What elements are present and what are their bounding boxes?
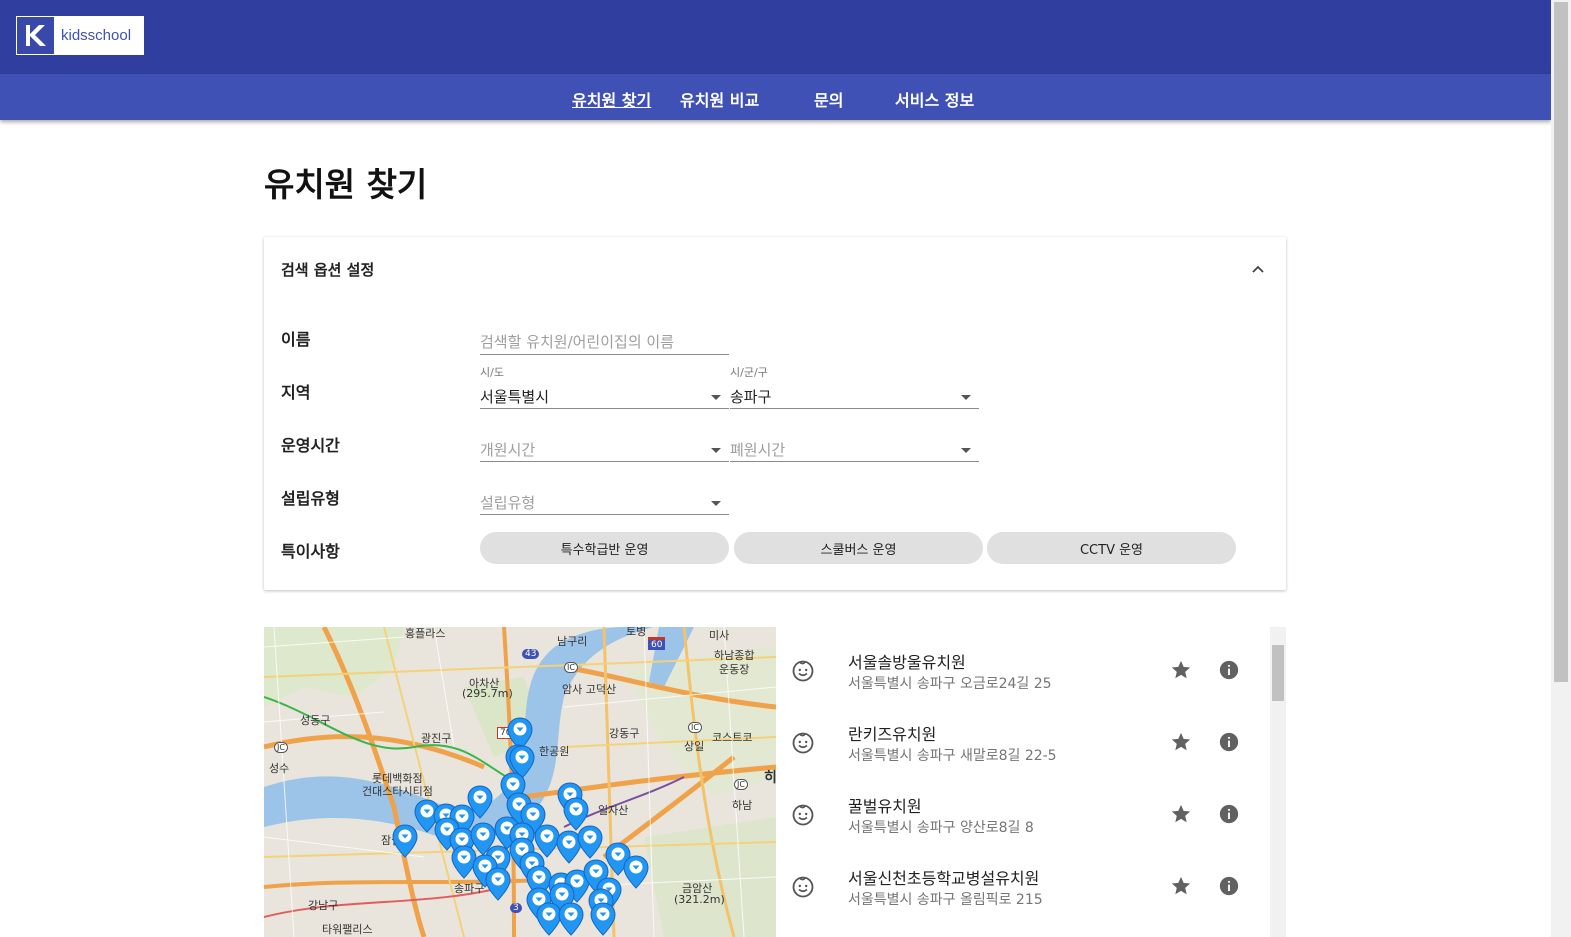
logo-text: kidsschool — [61, 27, 132, 44]
name-field — [480, 329, 729, 355]
name-search-input[interactable] — [480, 329, 729, 354]
logo[interactable]: kidsschool — [16, 16, 144, 55]
name-label: 이름 — [281, 330, 311, 349]
map-pin-icon[interactable] — [590, 902, 616, 936]
sigungu-select[interactable]: 송파구 — [730, 383, 979, 409]
map-pin-icon[interactable] — [485, 867, 511, 901]
map-pin-icon[interactable] — [558, 902, 584, 936]
sigungu-caption: 시/군/구 — [730, 366, 768, 379]
hours-label: 운영시간 — [281, 436, 340, 455]
list-item[interactable]: 서울신천초등학교병설유치원 서울특별시 송파구 올림픽로 215 — [776, 843, 1268, 915]
list-item[interactable]: 서울솔방울유치원 서울특별시 송파구 오금로24길 25 — [776, 627, 1268, 699]
dropdown-arrow-icon — [711, 501, 721, 506]
page-title: 유치원 찾기 — [264, 165, 428, 204]
kindergarten-name: 란키즈유치원 — [848, 725, 937, 744]
info-icon[interactable] — [1218, 803, 1240, 825]
dropdown-arrow-icon — [961, 448, 971, 453]
special-label: 특이사항 — [281, 542, 340, 561]
sigungu-value: 송파구 — [730, 388, 772, 406]
kindergarten-list: 서울솔방울유치원 서울특별시 송파구 오금로24길 25 란키즈유치원 서울특별… — [776, 627, 1286, 937]
chevron-up-icon[interactable] — [1252, 263, 1264, 275]
star-icon[interactable] — [1170, 875, 1192, 897]
page-scrollbar[interactable] — [1551, 0, 1571, 937]
open-time-select[interactable]: 개원시간 — [480, 436, 729, 462]
dropdown-arrow-icon — [711, 395, 721, 400]
chip-special-class[interactable]: 특수학급반 운영 — [480, 532, 729, 564]
list-item[interactable]: 란키즈유치원 서울특별시 송파구 새말로8길 22-5 — [776, 699, 1268, 771]
kindergarten-address: 서울특별시 송파구 올림픽로 215 — [848, 892, 1043, 908]
map-pins — [264, 627, 776, 937]
chip-school-bus[interactable]: 스쿨버스 운영 — [734, 532, 983, 564]
map-pin-icon[interactable] — [577, 825, 603, 859]
type-select[interactable]: 설립유형 — [480, 489, 729, 515]
search-options-panel: 검색 옵션 설정 이름 지역 시/도 서울특별시 시/군/구 송파구 운영시간 … — [264, 237, 1286, 590]
child-face-icon — [792, 876, 814, 898]
kindergarten-name: 꿀벌유치원 — [848, 797, 922, 816]
star-icon[interactable] — [1170, 803, 1192, 825]
k-logo-icon — [17, 17, 54, 54]
kindergarten-name: 서울솔방울유치원 — [848, 653, 966, 672]
info-icon[interactable] — [1218, 659, 1240, 681]
sido-caption: 시/도 — [480, 366, 504, 379]
open-time-placeholder: 개원시간 — [480, 441, 536, 459]
page-scrollbar-thumb[interactable] — [1554, 2, 1568, 682]
star-icon[interactable] — [1170, 731, 1192, 753]
info-icon[interactable] — [1218, 731, 1240, 753]
star-icon[interactable] — [1170, 659, 1192, 681]
type-label: 설립유형 — [281, 489, 340, 508]
list-item[interactable]: 꿀벌유치원 서울특별시 송파구 양산로8길 8 — [776, 771, 1268, 843]
top-header: kidsschool — [0, 0, 1551, 74]
sido-select[interactable]: 서울특별시 — [480, 383, 729, 409]
info-icon[interactable] — [1218, 875, 1240, 897]
dropdown-arrow-icon — [711, 448, 721, 453]
map-pin-icon[interactable] — [623, 855, 649, 889]
main-nav: 유치원 찾기 유치원 비교 문의 서비스 정보 — [0, 74, 1551, 120]
kindergarten-address: 서울특별시 송파구 오금로24길 25 — [848, 676, 1052, 692]
type-placeholder: 설립유형 — [480, 494, 536, 512]
list-scrollbar-thumb[interactable] — [1272, 645, 1284, 701]
child-face-icon — [792, 804, 814, 826]
kindergarten-address: 서울특별시 송파구 새말로8길 22-5 — [848, 748, 1057, 764]
map-pin-icon[interactable] — [392, 824, 418, 858]
close-time-select[interactable]: 폐원시간 — [730, 436, 979, 462]
chip-cctv[interactable]: CCTV 운영 — [987, 532, 1236, 564]
child-face-icon — [792, 732, 814, 754]
kindergarten-name: 서울신천초등학교병설유치원 — [848, 869, 1040, 888]
sido-value: 서울특별시 — [480, 388, 550, 406]
child-face-icon — [792, 660, 814, 682]
nav-compare-kindergarten[interactable]: 유치원 비교 — [680, 87, 759, 111]
search-options-title[interactable]: 검색 옵션 설정 — [281, 259, 374, 280]
region-label: 지역 — [281, 383, 311, 402]
list-scrollbar[interactable] — [1270, 627, 1286, 937]
nav-inquiry[interactable]: 문의 — [814, 87, 843, 111]
nav-service-info[interactable]: 서비스 정보 — [895, 87, 974, 111]
nav-find-kindergarten[interactable]: 유치원 찾기 — [572, 87, 651, 111]
kindergarten-address: 서울특별시 송파구 양산로8길 8 — [848, 820, 1034, 836]
dropdown-arrow-icon — [961, 395, 971, 400]
map-view[interactable]: 홍플라스 남구리 토병 미사 하남종합 운동장 아차산 (295.7m) 암사 … — [264, 627, 776, 937]
close-time-placeholder: 폐원시간 — [730, 441, 786, 459]
